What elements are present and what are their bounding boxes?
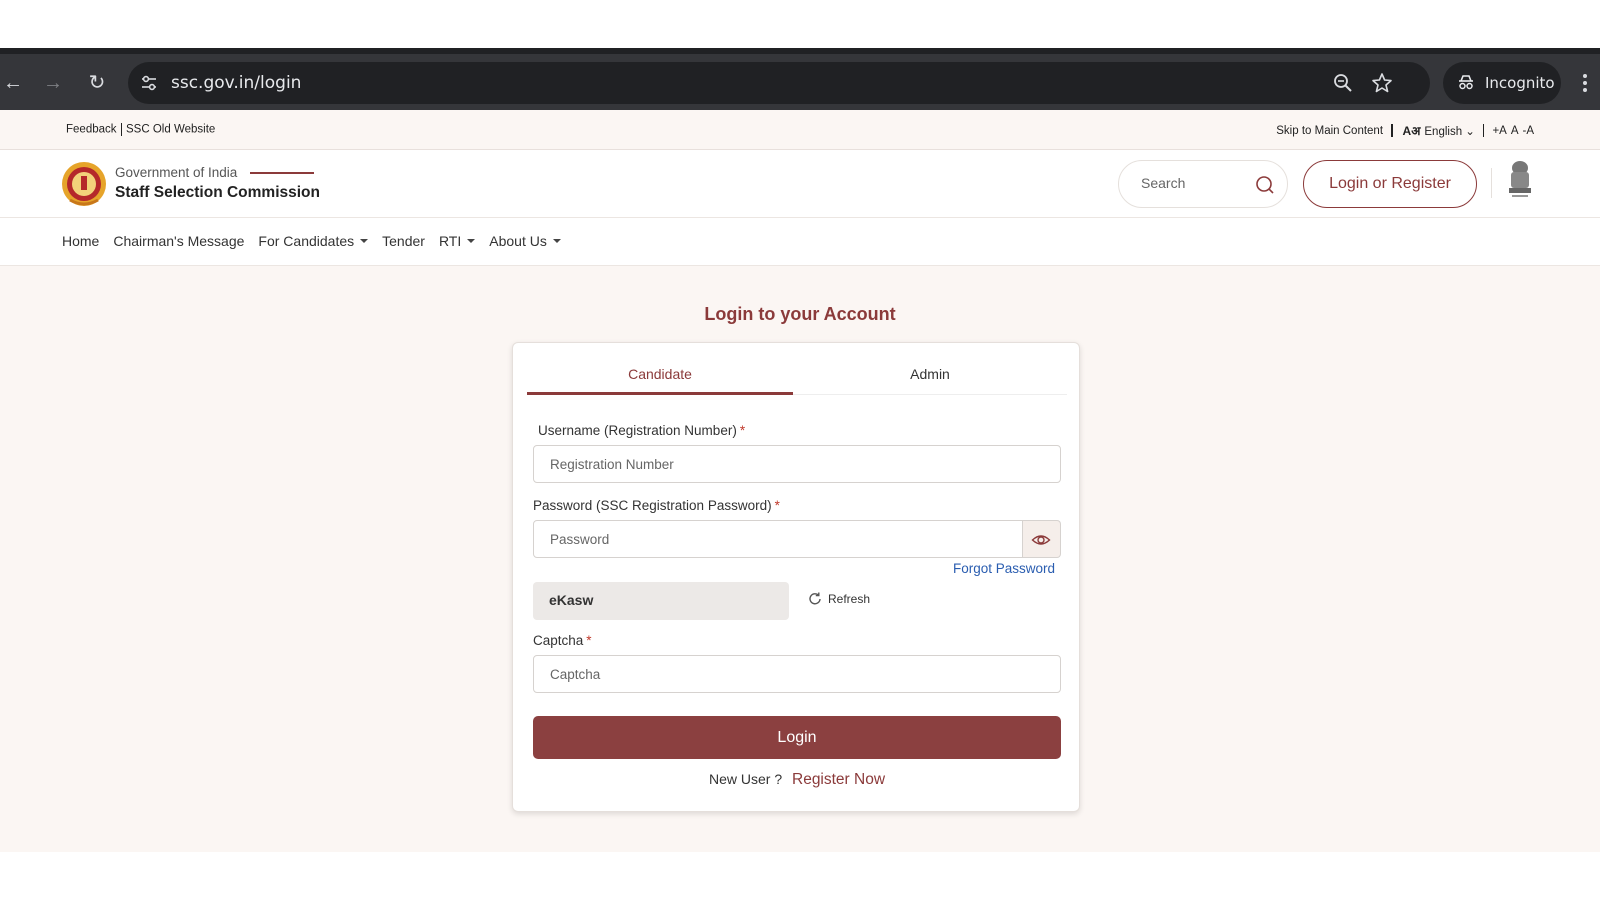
- site-settings-icon[interactable]: [138, 72, 160, 94]
- national-emblem-icon: [1509, 161, 1531, 197]
- site-header: Government of India Staff Selection Comm…: [0, 150, 1600, 218]
- menu-item-tender[interactable]: Tender: [382, 233, 425, 249]
- tab-candidate[interactable]: Candidate: [527, 343, 793, 395]
- eye-icon: [1031, 535, 1051, 545]
- back-icon[interactable]: ←: [0, 70, 26, 96]
- header-search: [1118, 160, 1288, 208]
- menu-item-label: For Candidates: [258, 233, 355, 249]
- password-input[interactable]: [533, 520, 1023, 558]
- required-mark: *: [774, 498, 780, 513]
- browser-toolbar: ← → ↻ ssc.gov.in/login Incognito: [0, 48, 1600, 110]
- zoom-icon[interactable]: [1332, 72, 1354, 94]
- new-user-text: New User ?: [708, 771, 783, 787]
- refresh-icon: [809, 592, 821, 605]
- forgot-password-link[interactable]: Forgot Password: [953, 561, 1055, 576]
- font-increase-link[interactable]: +A: [1492, 125, 1506, 137]
- main-menu: Home Chairman's Message For Candidates T…: [0, 218, 1600, 266]
- required-mark: *: [739, 423, 746, 438]
- menu-item-about-us[interactable]: About Us: [489, 233, 561, 249]
- menu-item-label: Tender: [382, 233, 425, 249]
- menu-item-chairmans-message[interactable]: Chairman's Message: [113, 233, 244, 249]
- login-tabs: Candidate Admin: [527, 343, 1067, 395]
- incognito-indicator[interactable]: Incognito: [1443, 62, 1561, 104]
- old-website-link[interactable]: SSC Old Website: [126, 124, 215, 136]
- menu-item-label: About Us: [489, 233, 547, 249]
- forward-icon[interactable]: →: [40, 70, 66, 96]
- required-mark: *: [586, 633, 592, 648]
- search-icon[interactable]: [1255, 175, 1275, 195]
- government-of-india-label: Government of India: [115, 165, 238, 180]
- register-now-link[interactable]: Register Now: [792, 771, 885, 788]
- font-normal-link[interactable]: A: [1511, 125, 1519, 137]
- bookmark-star-icon[interactable]: [1371, 72, 1393, 94]
- main-content: Login to your Account Candidate Admin Us…: [0, 266, 1600, 852]
- menu-item-rti[interactable]: RTI: [438, 233, 476, 249]
- decorative-line: [250, 172, 314, 174]
- menu-kebab-icon[interactable]: [1580, 70, 1590, 96]
- show-password-toggle[interactable]: [1023, 520, 1061, 558]
- incognito-icon: [1459, 75, 1473, 90]
- password-label-text: Password (SSC Registration Password): [533, 498, 772, 513]
- utility-bar: Feedback SSC Old Website Skip to Main Con…: [0, 110, 1600, 150]
- menu-item-for-candidates[interactable]: For Candidates: [258, 233, 369, 249]
- tab-strip: [0, 48, 320, 54]
- font-decrease-link[interactable]: -A: [1523, 125, 1535, 137]
- login-button[interactable]: Login: [533, 716, 1061, 759]
- menu-item-label: Home: [62, 233, 100, 249]
- address-bar[interactable]: ssc.gov.in/login: [128, 62, 1430, 104]
- caret-down-icon: [360, 239, 369, 243]
- language-label: English: [1424, 125, 1463, 138]
- captcha-label: Captcha *: [533, 633, 592, 648]
- feedback-link[interactable]: Feedback: [66, 124, 117, 136]
- search-input[interactable]: [1141, 175, 1251, 191]
- skip-to-main-link[interactable]: Skip to Main Content: [1276, 125, 1383, 137]
- page-title: Login to your Account: [704, 304, 896, 324]
- caret-down-icon: [467, 239, 476, 243]
- divider: [1491, 168, 1492, 198]
- refresh-label: Refresh: [828, 592, 871, 606]
- login-card: Candidate Admin Username (Registration N…: [512, 342, 1080, 812]
- username-label: Username (Registration Number) *: [538, 423, 745, 438]
- login-or-register-button[interactable]: Login or Register: [1303, 160, 1477, 208]
- reload-icon[interactable]: ↻: [84, 70, 110, 96]
- caret-down-icon: [552, 239, 561, 243]
- language-select[interactable]: English ⌄: [1424, 124, 1475, 138]
- menu-item-label: Chairman's Message: [113, 233, 245, 249]
- password-label: Password (SSC Registration Password) *: [533, 498, 780, 513]
- new-user-row: New User ? Register Now: [513, 771, 1081, 789]
- captcha-image: eKasw: [533, 582, 789, 620]
- menu-item-label: RTI: [438, 233, 462, 249]
- menu-item-home[interactable]: Home: [62, 233, 99, 249]
- language-icon: Aअ: [1402, 124, 1421, 138]
- username-input[interactable]: [533, 445, 1061, 483]
- incognito-label: Incognito: [1485, 74, 1555, 92]
- username-label-text: Username (Registration Number): [538, 423, 737, 438]
- tab-admin[interactable]: Admin: [797, 343, 1063, 395]
- captcha-input[interactable]: [533, 655, 1061, 693]
- divider: [1482, 124, 1485, 137]
- captcha-label-text: Captcha: [533, 633, 584, 648]
- divider: [120, 123, 123, 136]
- ssc-logo-icon[interactable]: [60, 160, 108, 208]
- divider: [1391, 124, 1393, 137]
- organization-name: Staff Selection Commission: [115, 184, 320, 201]
- refresh-captcha-button[interactable]: Refresh: [807, 591, 870, 607]
- url-text[interactable]: ssc.gov.in/login: [171, 73, 301, 93]
